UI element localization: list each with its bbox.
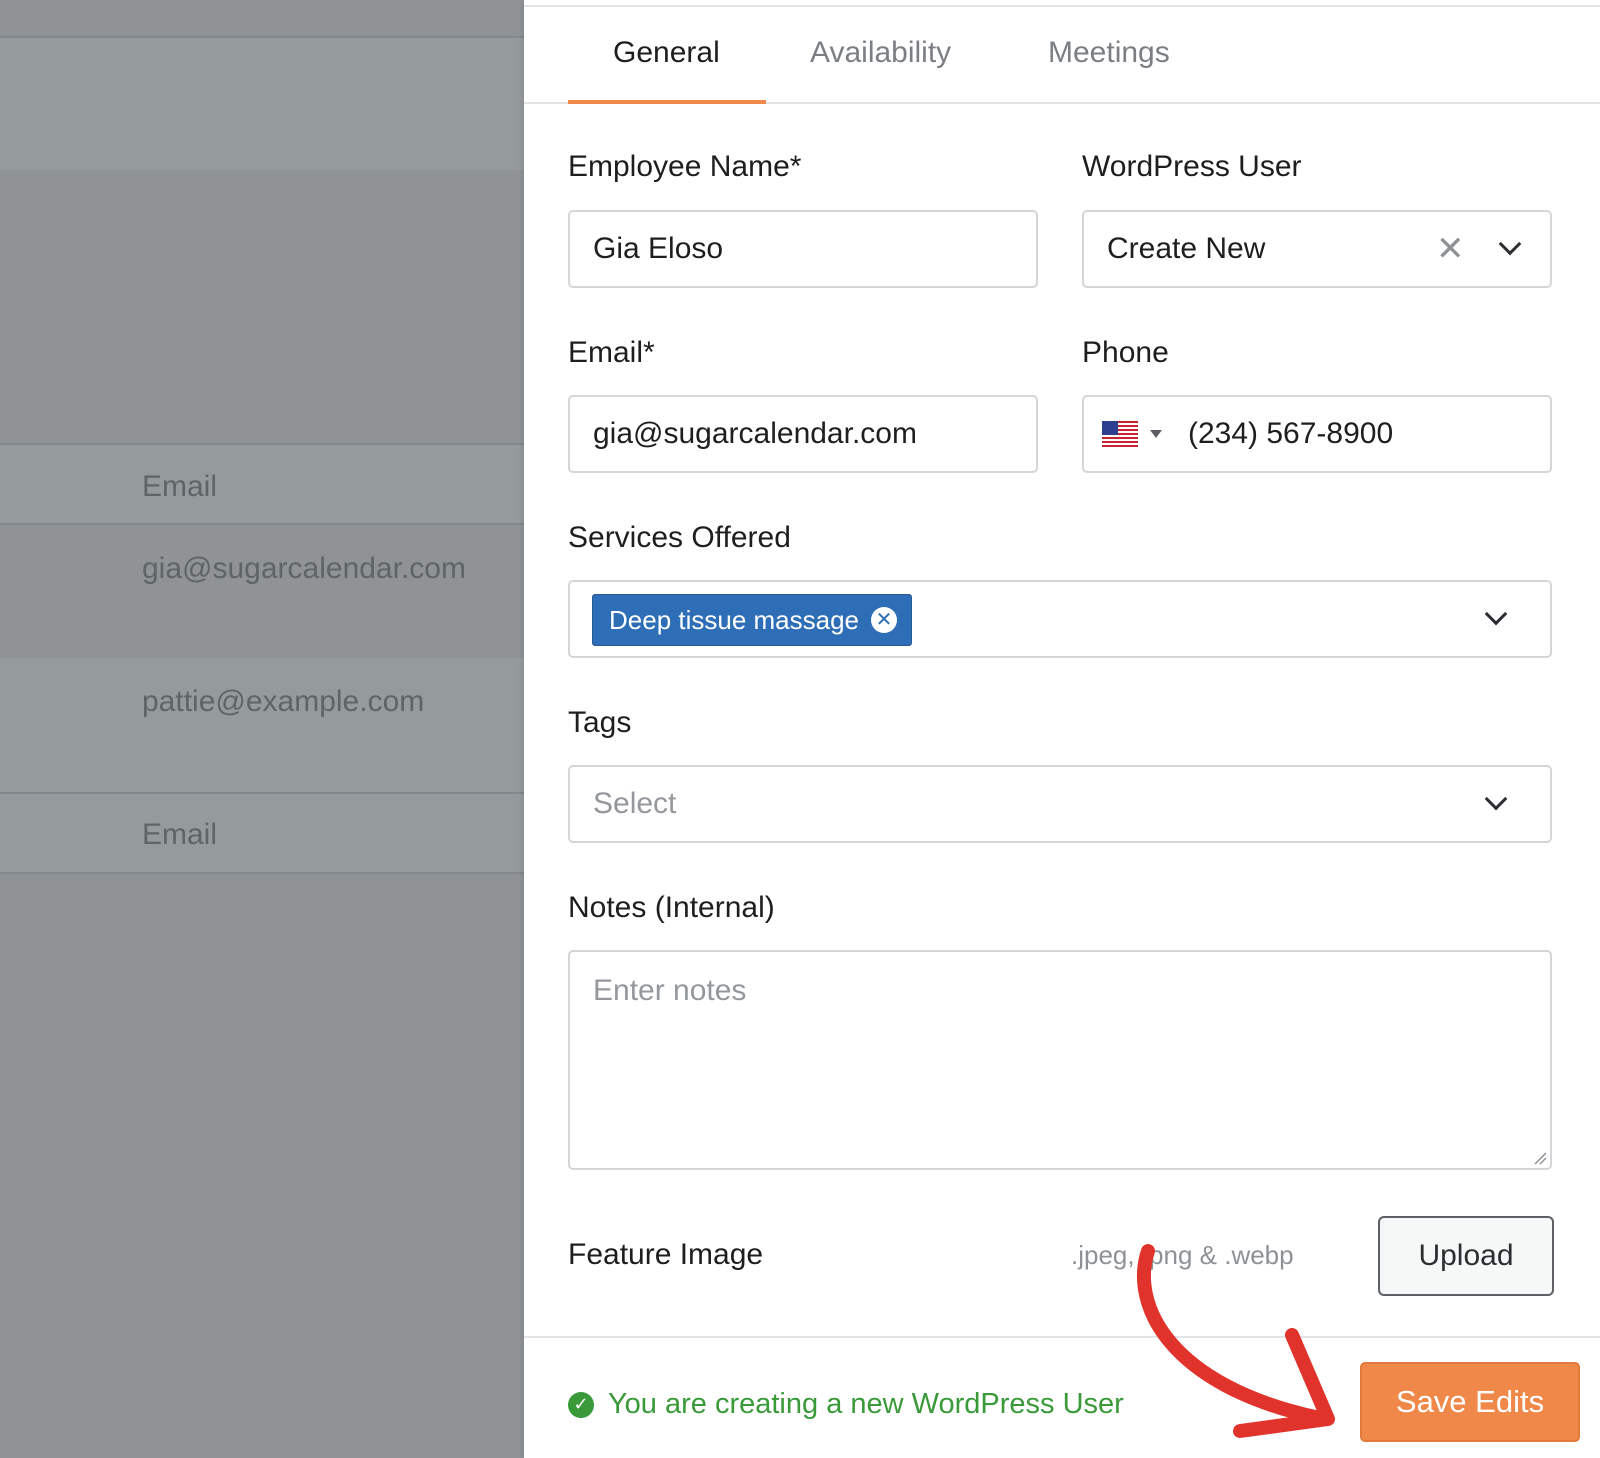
country-dropdown-caret-icon[interactable] bbox=[1150, 430, 1162, 438]
row-divider bbox=[0, 872, 524, 874]
tab-general[interactable]: General bbox=[613, 36, 720, 70]
active-tab-indicator bbox=[568, 100, 766, 104]
employee-name-label: Employee Name* bbox=[568, 150, 802, 183]
email-value: gia@sugarcalendar.com bbox=[593, 417, 917, 450]
check-circle-icon: ✓ bbox=[568, 1391, 594, 1418]
tab-meetings[interactable]: Meetings bbox=[1048, 36, 1170, 70]
us-flag-icon[interactable] bbox=[1102, 421, 1138, 447]
phone-field[interactable]: (234) 567-8900 bbox=[1082, 395, 1552, 473]
panel-top-border bbox=[524, 5, 1600, 7]
tab-availability[interactable]: Availability bbox=[810, 36, 951, 70]
services-offered-select[interactable]: Deep tissue massage ✕ bbox=[568, 580, 1552, 658]
feature-image-label: Feature Image bbox=[568, 1238, 764, 1271]
wordpress-user-value: Create New bbox=[1107, 232, 1266, 265]
services-offered-label: Services Offered bbox=[568, 521, 791, 554]
chevron-down-icon[interactable] bbox=[1484, 787, 1508, 811]
file-types-hint: .jpeg, .png & .webp bbox=[1071, 1240, 1294, 1270]
clear-icon[interactable]: ✕ bbox=[1436, 232, 1465, 266]
employee-name-input[interactable]: Gia Eloso bbox=[568, 210, 1038, 288]
remove-chip-icon[interactable]: ✕ bbox=[871, 607, 898, 633]
notes-label: Notes (Internal) bbox=[568, 891, 775, 924]
list-item-email: pattie@example.com bbox=[142, 685, 425, 718]
email-label: Email* bbox=[568, 336, 655, 369]
status-text: You are creating a new WordPress User bbox=[608, 1388, 1124, 1420]
tags-label: Tags bbox=[568, 706, 632, 739]
tags-select[interactable]: Select bbox=[568, 765, 1552, 843]
row-band bbox=[0, 38, 524, 170]
notes-placeholder: Enter notes bbox=[593, 974, 747, 1007]
column-header-email: Email bbox=[142, 818, 218, 851]
resize-handle-icon[interactable] bbox=[1533, 1151, 1547, 1165]
chevron-down-icon[interactable] bbox=[1498, 232, 1522, 256]
tags-placeholder: Select bbox=[593, 787, 677, 820]
employee-name-value: Gia Eloso bbox=[593, 232, 724, 265]
notes-textarea[interactable]: Enter notes bbox=[568, 950, 1552, 1170]
background-overlay: Email gia@sugarcalendar.com pattie@examp… bbox=[0, 0, 524, 1458]
phone-value: (234) 567-8900 bbox=[1188, 417, 1394, 450]
phone-label: Phone bbox=[1082, 336, 1169, 369]
row-band bbox=[0, 658, 524, 792]
employee-edit-panel: General Availability Meetings Employee N… bbox=[524, 0, 1600, 1458]
row-band bbox=[0, 445, 524, 523]
row-band bbox=[0, 794, 524, 872]
status-message: ✓ You are creating a new WordPress User bbox=[568, 1388, 1124, 1421]
row-divider bbox=[0, 523, 524, 525]
email-field[interactable]: gia@sugarcalendar.com bbox=[568, 395, 1038, 473]
upload-button[interactable]: Upload bbox=[1378, 1216, 1554, 1296]
tab-bar: General Availability Meetings bbox=[524, 8, 1600, 104]
chevron-down-icon[interactable] bbox=[1484, 602, 1508, 626]
save-edits-button[interactable]: Save Edits bbox=[1360, 1362, 1580, 1442]
footer-divider bbox=[524, 1336, 1600, 1338]
column-header-email: Email bbox=[142, 470, 218, 503]
service-chip-label: Deep tissue massage bbox=[609, 604, 860, 635]
wordpress-user-select[interactable]: Create New ✕ bbox=[1082, 210, 1552, 288]
wordpress-user-label: WordPress User bbox=[1082, 150, 1302, 183]
service-chip: Deep tissue massage ✕ bbox=[592, 594, 913, 646]
list-item-email: gia@sugarcalendar.com bbox=[142, 552, 466, 585]
